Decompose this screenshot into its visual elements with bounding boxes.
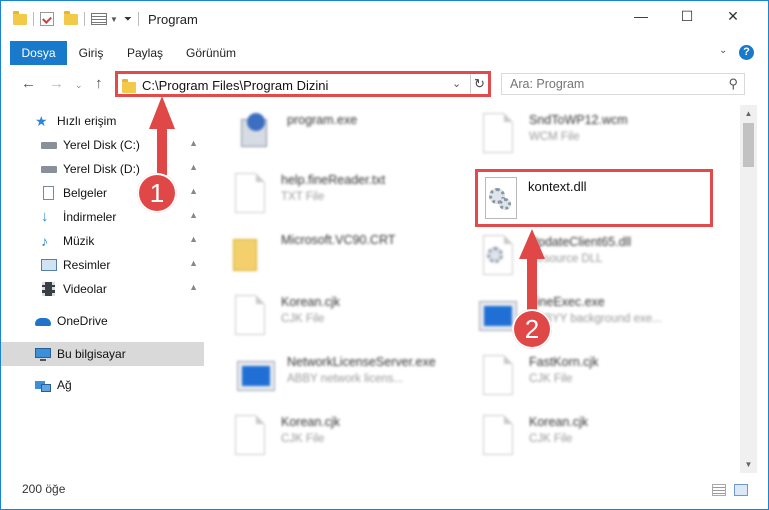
- callout-1-badge: 1: [137, 173, 177, 213]
- callout-arrows: [149, 96, 545, 313]
- callout-2-badge: 2: [512, 309, 552, 349]
- explorer-window: ▼ ⏷ Program — ☐ ✕ Dosya Giriş Paylaş Gör…: [0, 0, 769, 510]
